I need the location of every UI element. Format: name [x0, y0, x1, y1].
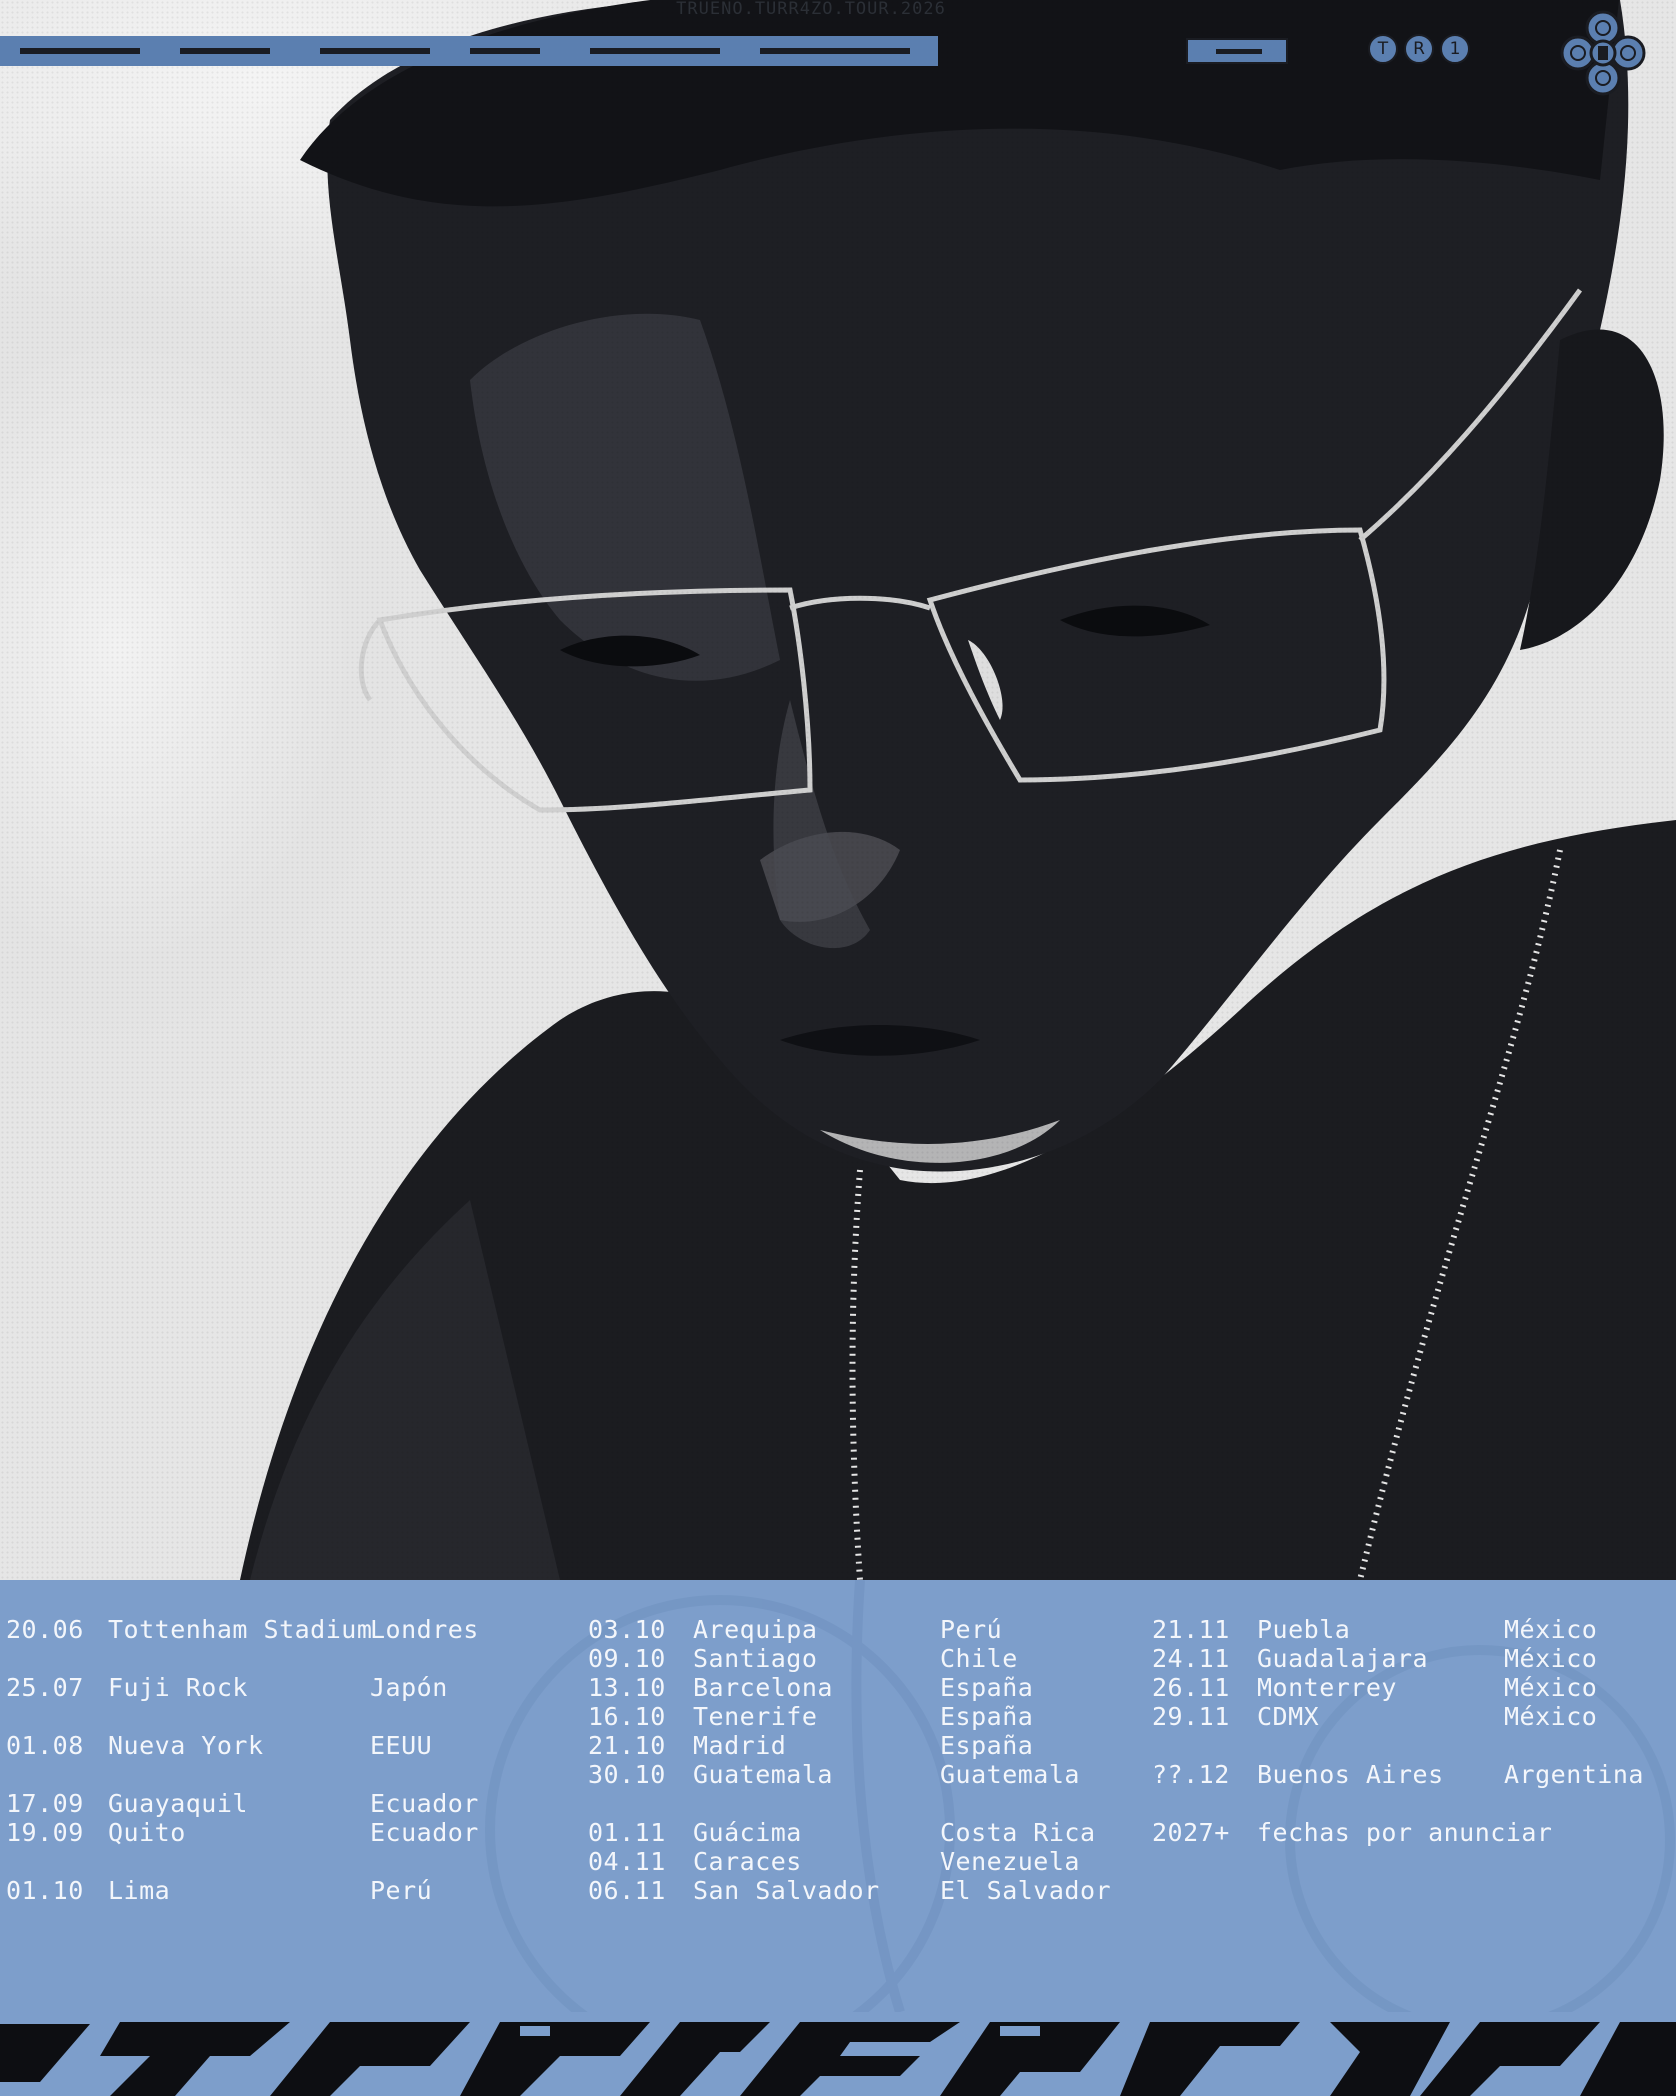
- tour-date: ??.12: [1152, 1760, 1230, 1789]
- tour-date-row: 17.09 Guayaquil Ecuador: [6, 1790, 526, 1818]
- tour-place: Perú: [370, 1876, 433, 1905]
- tour-title-text: TRUENO.TURR4ZO.TOUR.2026: [676, 0, 946, 19]
- tour-venue: Lima: [108, 1876, 171, 1905]
- tour-venue: Tenerife: [693, 1702, 818, 1731]
- tour-venue: Tottenham Stadium: [108, 1615, 373, 1644]
- tour-date-row: 16.10 Tenerife España: [588, 1703, 1108, 1731]
- tour-place: México: [1504, 1673, 1598, 1702]
- tour-place: Perú: [940, 1615, 1003, 1644]
- tour-venue: Arequipa: [693, 1615, 818, 1644]
- tour-date-row: 30.10 Guatemala Guatemala: [588, 1761, 1108, 1789]
- tour-venue: Santiago: [693, 1644, 818, 1673]
- tour-place: Venezuela: [940, 1847, 1080, 1876]
- tour-venue: fechas por anunciar: [1257, 1818, 1553, 1847]
- tour-place: México: [1504, 1702, 1598, 1731]
- tour-date-row: 21.10 Madrid España: [588, 1732, 1108, 1760]
- tour-place: Londres: [370, 1615, 479, 1644]
- trueno-footer-wordmark: [0, 2012, 1676, 2096]
- tour-venue: Madrid: [693, 1731, 787, 1760]
- tour-venue: San Salvador: [693, 1876, 880, 1905]
- badge-letter: T: [1368, 34, 1398, 64]
- tour-venue: Guatemala: [693, 1760, 833, 1789]
- portrait-illustration: [240, 0, 1676, 1580]
- tour-place: Guatemala: [940, 1760, 1080, 1789]
- tour-date: 03.10: [588, 1615, 666, 1644]
- tour-place: España: [940, 1731, 1034, 1760]
- tour-date-row: 21.11 Puebla México: [1152, 1616, 1672, 1644]
- flower-emblem-icon: [1560, 10, 1646, 96]
- tour-place: España: [940, 1702, 1034, 1731]
- tour-date: 20.06: [6, 1615, 84, 1644]
- tour-date-row: 01.11 Guácima Costa Rica: [588, 1819, 1108, 1847]
- tour-date: 26.11: [1152, 1673, 1230, 1702]
- tour-date-row: 01.10 Lima Perú: [6, 1877, 526, 1905]
- tour-venue: Guácima: [693, 1818, 802, 1847]
- tour-date: 19.09: [6, 1818, 84, 1847]
- tour-date-row: 03.10 Arequipa Perú: [588, 1616, 1108, 1644]
- tour-date: 13.10: [588, 1673, 666, 1702]
- tour-date-row: ??.12 Buenos Aires Argentina: [1152, 1761, 1672, 1789]
- tour-venue: Puebla: [1257, 1615, 1351, 1644]
- tour-date: 01.11: [588, 1818, 666, 1847]
- badge-letter: R: [1404, 34, 1434, 64]
- tour-venue: Quito: [108, 1818, 186, 1847]
- tour-place: Costa Rica: [940, 1818, 1096, 1847]
- tour-date-row: 19.09 Quito Ecuador: [6, 1819, 526, 1847]
- tour-date: 09.10: [588, 1644, 666, 1673]
- tour-poster: TRUENO.TURR4ZO.TOUR.2026 T R 1 20.06 Tot…: [0, 0, 1676, 2096]
- tour-date: 29.11: [1152, 1702, 1230, 1731]
- tour-place: Argentina: [1504, 1760, 1644, 1789]
- tour-venue: Nueva York: [108, 1731, 264, 1760]
- tour-date-row: 24.11 Guadalajara México: [1152, 1645, 1672, 1673]
- tour-date: 04.11: [588, 1847, 666, 1876]
- tour-date-row: 29.11 CDMX México: [1152, 1703, 1672, 1731]
- tour-date-row: 13.10 Barcelona España: [588, 1674, 1108, 1702]
- tour-date: 2027+: [1152, 1818, 1230, 1847]
- tour-place: México: [1504, 1644, 1598, 1673]
- tour-place: Chile: [940, 1644, 1018, 1673]
- tour-venue: CDMX: [1257, 1702, 1320, 1731]
- tour-venue: Fuji Rock: [108, 1673, 248, 1702]
- bar-glyph-icon: [1186, 38, 1288, 64]
- tour-date: 06.11: [588, 1876, 666, 1905]
- tour-venue: Buenos Aires: [1257, 1760, 1444, 1789]
- footer-wordmark-graphic: [0, 2022, 1676, 2096]
- tour-date: 21.11: [1152, 1615, 1230, 1644]
- badge-letters: T R 1: [1368, 34, 1470, 64]
- tour-venue: Monterrey: [1257, 1673, 1397, 1702]
- tour-date-row: 2027+ fechas por anunciar: [1152, 1819, 1672, 1847]
- tour-date: 21.10: [588, 1731, 666, 1760]
- tour-place: España: [940, 1673, 1034, 1702]
- tour-date: 30.10: [588, 1760, 666, 1789]
- tour-place: Ecuador: [370, 1818, 479, 1847]
- tour-dates-list: 20.06 Tottenham Stadium Londres 25.07 Fuji R…: [0, 1580, 1676, 2012]
- badge-letter: 1: [1440, 34, 1470, 64]
- tour-place: Ecuador: [370, 1789, 479, 1818]
- tour-date-row: 25.07 Fuji Rock Japón: [6, 1674, 526, 1702]
- tour-date-row: 06.11 San Salvador El Salvador: [588, 1876, 1112, 1905]
- tour-venue: Barcelona: [693, 1673, 833, 1702]
- tour-date: 16.10: [588, 1702, 666, 1731]
- tour-venue: Caraces: [693, 1847, 802, 1876]
- tour-venue: Guadalajara: [1257, 1644, 1429, 1673]
- tour-place: El Salvador: [940, 1876, 1112, 1905]
- tour-date: 25.07: [6, 1673, 84, 1702]
- turr4zo-wordmark: [0, 36, 938, 66]
- tour-place: México: [1504, 1615, 1598, 1644]
- tour-place: EEUU: [370, 1731, 433, 1760]
- tour-date: 24.11: [1152, 1644, 1230, 1673]
- tour-date-row: 04.11 Caraces Venezuela: [588, 1848, 1108, 1876]
- tour-date: 01.08: [6, 1731, 84, 1760]
- tour-place: Japón: [370, 1673, 448, 1702]
- tour-venue: Guayaquil: [108, 1789, 248, 1818]
- tour-date: 01.10: [6, 1876, 84, 1905]
- tour-date-row: 26.11 Monterrey México: [1152, 1674, 1672, 1702]
- tour-date-row: 01.08 Nueva York EEUU: [6, 1732, 526, 1760]
- tour-date-row: 09.10 Santiago Chile: [588, 1645, 1108, 1673]
- tour-date-row: 20.06 Tottenham Stadium Londres: [6, 1616, 526, 1644]
- artist-photo: TRUENO.TURR4ZO.TOUR.2026 T R 1: [0, 0, 1676, 1580]
- tour-dates-panel: 20.06 Tottenham Stadium Londres 25.07 Fuji R…: [0, 1580, 1676, 2012]
- tour-date: 17.09: [6, 1789, 84, 1818]
